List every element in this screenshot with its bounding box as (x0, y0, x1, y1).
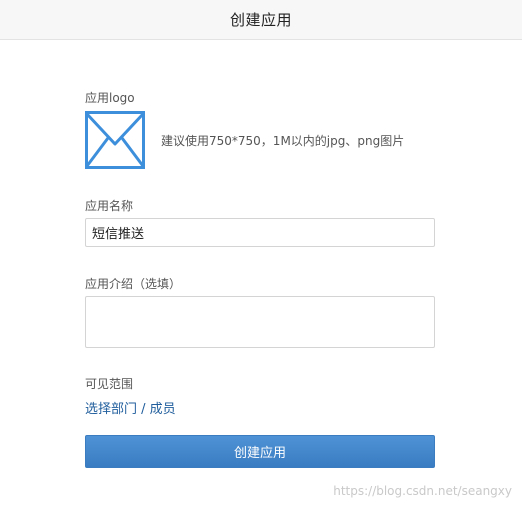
app-name-input[interactable] (85, 218, 435, 247)
page-header: 创建应用 (0, 0, 522, 40)
name-label: 应用名称 (85, 199, 134, 213)
scope-label: 可见范围 (85, 377, 134, 391)
desc-label: 应用介绍（选填） (85, 277, 182, 291)
create-app-button[interactable]: 创建应用 (85, 435, 435, 468)
page-title: 创建应用 (229, 11, 292, 29)
select-member-link[interactable]: 成员 (150, 402, 176, 417)
logo-hint: 建议使用750*750，1M以内的jpg、png图片 (161, 134, 405, 148)
app-logo-upload[interactable] (85, 111, 145, 169)
select-department-link[interactable]: 选择部门 (85, 402, 137, 417)
logo-label: 应用logo (85, 91, 135, 105)
envelope-icon (85, 111, 145, 169)
scope-separator: / (137, 402, 150, 417)
watermark-text: https://blog.csdn.net/seangxy (333, 484, 512, 498)
app-description-input[interactable] (85, 296, 435, 348)
visibility-scope-selector: 选择部门 / 成员 (85, 398, 176, 417)
